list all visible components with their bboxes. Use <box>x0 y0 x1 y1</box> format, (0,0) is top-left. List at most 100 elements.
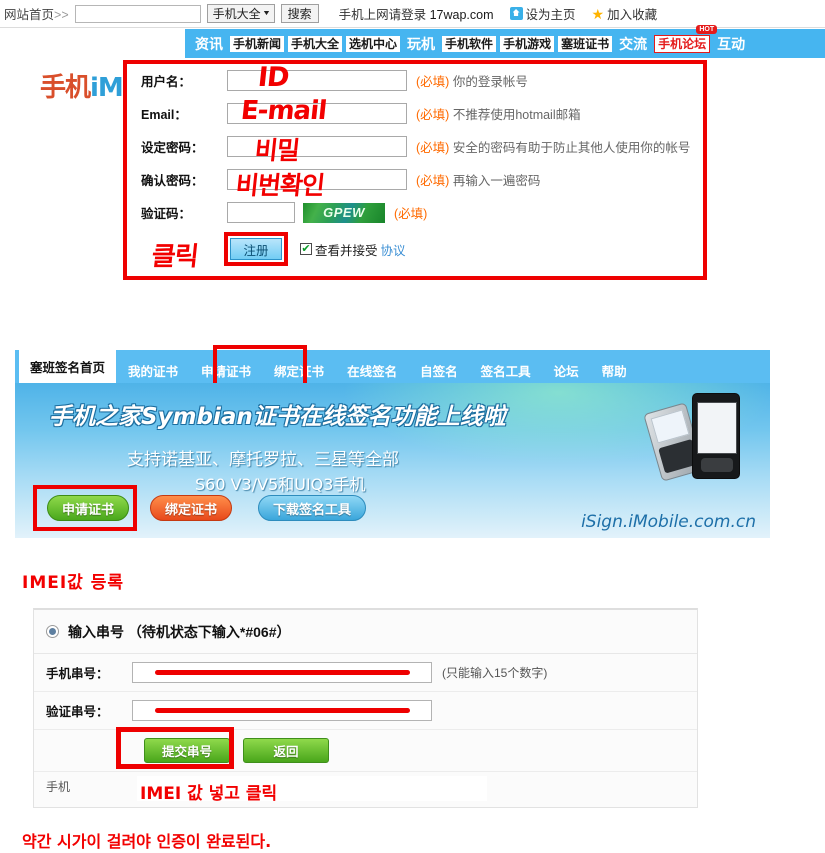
nav-item-phone-software[interactable]: 手机软件 <box>442 35 497 52</box>
add-favorite-link[interactable]: ★ 加入收藏 <box>592 4 658 23</box>
home-icon <box>509 7 523 20</box>
phone-screen-b <box>697 402 737 454</box>
phone-photos <box>643 391 752 483</box>
promo-banner: 手机之家Symbian证书在线签名功能上线啦 支持诺基亚、摩托罗拉、三星等全部 … <box>15 383 770 538</box>
banner-title: 手机之家Symbian证书在线签名功能上线啦 <box>49 404 506 430</box>
register-button-highlight-box: 注册 <box>224 232 288 266</box>
nav-group-wanji[interactable]: 玩机 <box>407 34 435 54</box>
tab-forum[interactable]: 论坛 <box>543 357 590 383</box>
form-row-email: Email： (必填) 不推荐使用hotmail邮箱 <box>127 97 703 130</box>
redaction-mark-1 <box>155 670 410 675</box>
username-required-mark: (必填) <box>416 75 450 89</box>
confirm-password-hint-text: 再输入一遍密码 <box>452 174 541 188</box>
back-button[interactable]: 返回 <box>243 738 329 763</box>
username-hint: (必填) 你的登录帐号 <box>416 71 528 90</box>
tab-my-certificates[interactable]: 我的证书 <box>117 357 189 383</box>
nav-wrapper: 手机iMobile 资讯 手机新闻 手机大全 选机中心 玩机 手机软件 手机游戏… <box>0 24 825 103</box>
top-search-strip: 网站首页>> 手机大全 ▼ 搜索 手机上网请登录 17wap.com 设为主页 … <box>0 0 825 28</box>
phone-serial-label: 手机串号： <box>46 667 109 681</box>
username-hint-text: 你的登录帐号 <box>452 75 528 89</box>
tab-sign-tools[interactable]: 签名工具 <box>470 357 542 383</box>
annotation-click-register: 클릭 <box>150 242 200 272</box>
set-homepage-link[interactable]: 设为主页 <box>509 4 576 23</box>
confirm-password-label: 确认密码： <box>141 174 204 188</box>
agreement-link[interactable]: 协议 <box>381 240 406 259</box>
site-home-link[interactable]: 网站首页>> <box>4 4 69 23</box>
form-row-confirm-password: 确认密码： (必填) 再输入一遍密码 <box>127 163 703 196</box>
nav-group-hudong[interactable]: 互动 <box>717 34 745 54</box>
logo-text-red: 手机 <box>40 73 91 103</box>
captcha-image[interactable]: GPEW <box>303 202 385 223</box>
annotation-confirm-password: 비번확인 <box>234 171 326 200</box>
annotation-enter-imei-click: IMEI 값 넣고 클릭 <box>140 784 278 804</box>
agreement-label: 查看并接受 <box>315 243 378 258</box>
tab-apply-certificate[interactable]: 申请证书 <box>190 357 262 383</box>
imei-row-phone-serial: 手机串号： (只能输入15个数字) <box>34 654 697 692</box>
password-hint: (必填) 安全的密码有助于防止其他人使用你的帐号 <box>416 137 690 156</box>
password-label: 设定密码： <box>141 141 204 155</box>
annotation-imei-registration: IMEI값 등록 <box>22 573 125 593</box>
nav-group-jiaoliu[interactable]: 交流 <box>619 34 647 54</box>
banner-site-url: iSign.iMobile.com.cn <box>581 512 756 532</box>
tab-help[interactable]: 帮助 <box>591 357 638 383</box>
captcha-input[interactable] <box>227 202 295 223</box>
verify-serial-label: 验证串号： <box>46 705 109 719</box>
banner-subtitle-1: 支持诺基亚、摩托罗拉、三星等全部 <box>127 450 399 469</box>
banner-apply-certificate-button[interactable]: 申请证书 <box>47 495 130 521</box>
annotation-bottom-note: 약간 시가이 걸려야 인증이 완료된다. <box>22 832 272 851</box>
add-favorite-label: 加入收藏 <box>607 8 658 22</box>
phone-navpad-b <box>701 458 733 472</box>
input-serial-label: 输入串号 （待机状态下输入*#06#） <box>68 623 291 640</box>
imei-mode-row: 输入串号 （待机状态下输入*#06#） <box>34 610 697 654</box>
tab-bind-certificate[interactable]: 绑定证书 <box>263 357 335 383</box>
search-category-dropdown[interactable]: 手机大全 ▼ <box>206 4 275 23</box>
verify-serial-input[interactable] <box>132 700 432 721</box>
annotation-password: 비밀 <box>253 136 301 165</box>
tab-sign-home[interactable]: 塞班签名首页 <box>19 350 117 383</box>
search-input[interactable] <box>74 4 201 23</box>
phone-slider-image <box>692 393 740 479</box>
confirm-password-hint: (必填) 再输入一遍密码 <box>416 170 540 189</box>
hot-badge: HOT <box>696 24 718 34</box>
star-icon: ★ <box>591 5 605 22</box>
site-home-arrow: >> <box>54 8 69 22</box>
imei-row-verify-serial: 验证串号： <box>34 692 697 730</box>
phone-serial-note: (只能输入15个数字) <box>442 666 548 680</box>
mobile-login-tip-label: 手机上网请登录 <box>338 8 427 22</box>
nav-item-phone-picker[interactable]: 选机中心 <box>346 35 401 52</box>
tab-self-sign[interactable]: 自签名 <box>409 357 469 383</box>
phone-screen-a <box>650 409 690 444</box>
nav-group-zixun[interactable]: 资讯 <box>195 34 223 54</box>
nav-item-phone-games[interactable]: 手机游戏 <box>500 35 555 52</box>
email-hint-text: 不推荐使用hotmail邮箱 <box>452 108 581 122</box>
banner-download-tool-button[interactable]: 下载签名工具 <box>258 495 367 521</box>
nav-item-phone-forum-label: 手机论坛 <box>658 36 707 51</box>
submit-serial-button[interactable]: 提交串号 <box>144 738 230 763</box>
imei-button-row: 提交串号 返回 <box>34 730 697 772</box>
nav-item-phone-catalog[interactable]: 手机大全 <box>288 35 343 52</box>
username-input[interactable] <box>227 70 407 91</box>
search-button[interactable]: 搜索 <box>280 4 319 23</box>
nav-item-symbian-cert[interactable]: 塞班证书 <box>558 35 613 52</box>
register-button[interactable]: 注册 <box>230 238 282 260</box>
agreement-checkbox[interactable]: ✔ <box>300 243 312 255</box>
set-homepage-label: 设为主页 <box>525 8 576 22</box>
mobile-login-domain: 17wap.com <box>429 8 494 22</box>
phone-serial-input[interactable] <box>132 662 432 683</box>
banner-bind-certificate-button[interactable]: 绑定证书 <box>150 495 233 521</box>
form-row-captcha: 验证码： GPEW (必填) <box>127 196 703 229</box>
form-row-password: 设定密码： (必填) 安全的密码有助于防止其他人使用你的帐号 <box>127 130 703 163</box>
tab-online-sign[interactable]: 在线签名 <box>336 357 408 383</box>
search-button-label: 搜索 <box>287 7 312 21</box>
confirm-password-required-mark: (必填) <box>416 174 450 188</box>
username-label: 用户名： <box>141 75 192 89</box>
email-label: Email： <box>141 108 187 122</box>
nav-item-phone-forum[interactable]: 手机论坛 HOT <box>654 24 718 53</box>
password-required-mark: (必填) <box>416 141 450 155</box>
nav-item-phone-news[interactable]: 手机新闻 <box>230 35 285 52</box>
agreement-row: ✔ 查看并接受 协议 <box>300 240 406 259</box>
input-serial-radio[interactable] <box>46 625 59 638</box>
redaction-mark-2 <box>155 708 410 713</box>
password-hint-text: 安全的密码有助于防止其他人使用你的帐号 <box>452 141 691 155</box>
form-row-submit: 注册 ✔ 查看并接受 协议 <box>127 229 703 269</box>
